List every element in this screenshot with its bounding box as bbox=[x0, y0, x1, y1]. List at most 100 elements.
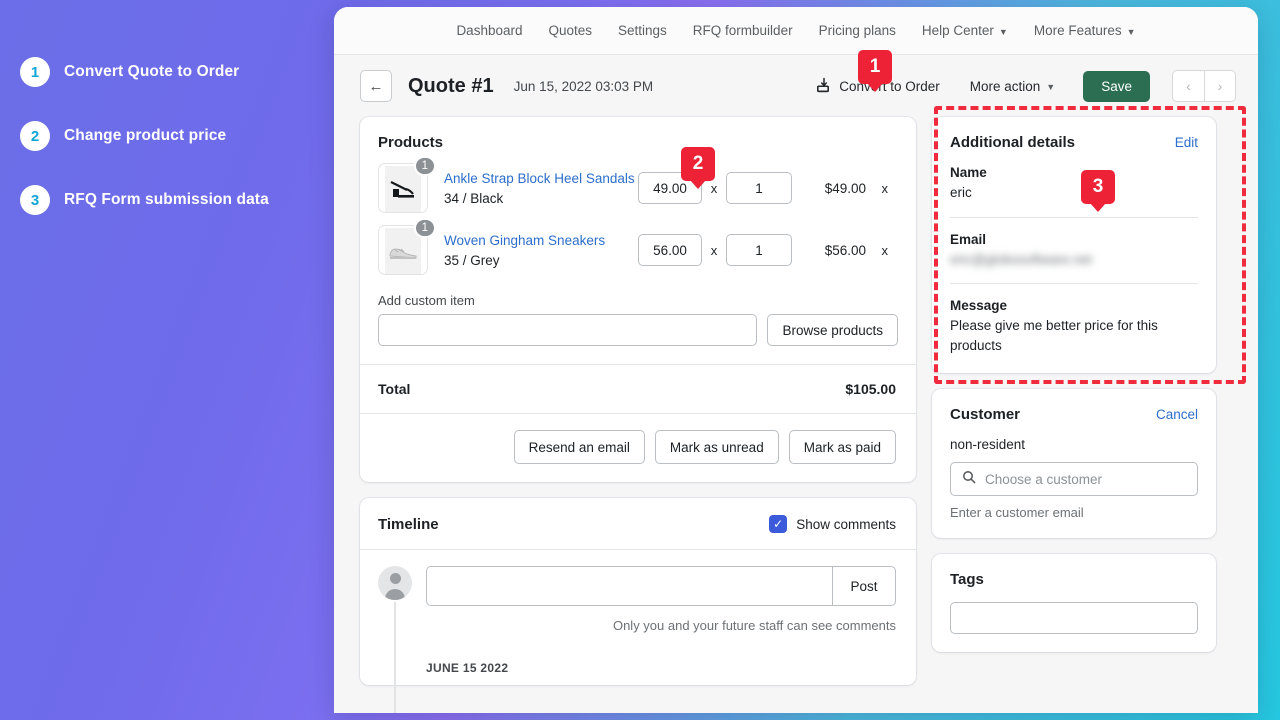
customer-body: Customer Cancel non-resident Choose a cu… bbox=[932, 389, 1216, 538]
add-custom-item-label: Add custom item bbox=[378, 293, 898, 308]
customer-search-field[interactable]: Choose a customer bbox=[950, 462, 1198, 496]
products-header: Products bbox=[360, 117, 916, 157]
mark-as-paid-button[interactable]: Mark as paid bbox=[789, 430, 896, 464]
nav-label: Pricing plans bbox=[819, 23, 896, 38]
content-columns: Products bbox=[334, 117, 1258, 685]
product-row: 1 Ankle Strap Block Heel Sandals 34 / Bl… bbox=[360, 157, 916, 219]
nav-item-rfq-formbuilder[interactable]: RFQ formbuilder bbox=[693, 23, 793, 38]
multiply-sign: x bbox=[702, 243, 726, 258]
timeline-content: Post Only you and your future staff can … bbox=[426, 566, 896, 675]
resend-email-button[interactable]: Resend an email bbox=[514, 430, 645, 464]
additional-details-title: Additional details bbox=[950, 134, 1075, 151]
show-comments-toggle[interactable]: ✓ Show comments bbox=[769, 515, 896, 533]
product-info: Woven Gingham Sneakers 35 / Grey bbox=[432, 232, 638, 267]
tags-title: Tags bbox=[950, 571, 1198, 588]
products-card: Products bbox=[360, 117, 916, 482]
additional-details-body: Additional details Edit Name eric Email … bbox=[932, 117, 1216, 373]
product-price-input[interactable]: 56.00 bbox=[638, 234, 702, 266]
browse-products-button[interactable]: Browse products bbox=[767, 314, 898, 346]
customer-header: Customer Cancel bbox=[950, 406, 1198, 423]
custom-item-input[interactable] bbox=[378, 314, 757, 346]
nav-item-help-center[interactable]: Help Center ▼ bbox=[922, 23, 1008, 38]
quote-header-bar: ← Quote #1 Jun 15, 2022 03:03 PM Convert… bbox=[334, 55, 1258, 117]
detail-field-email: Email eric@globosoftware.net bbox=[950, 218, 1198, 270]
remove-product-button[interactable]: x bbox=[866, 243, 888, 258]
product-name-link[interactable]: Woven Gingham Sneakers bbox=[444, 232, 638, 250]
page-title: Quote #1 bbox=[408, 75, 494, 98]
annotation-marker-2: 2 bbox=[681, 147, 715, 181]
mark-as-unread-button[interactable]: Mark as unread bbox=[655, 430, 779, 464]
total-label: Total bbox=[378, 381, 410, 397]
customer-email-hint: Enter a customer email bbox=[950, 505, 1198, 520]
chevron-down-icon: ▼ bbox=[1046, 82, 1055, 92]
more-action-button[interactable]: More action ▼ bbox=[970, 79, 1055, 94]
search-icon bbox=[962, 470, 976, 489]
nav-item-pricing-plans[interactable]: Pricing plans bbox=[819, 23, 896, 38]
annotation-marker-3: 3 bbox=[1081, 170, 1115, 204]
customer-title: Customer bbox=[950, 406, 1020, 423]
product-line-total: $56.00 bbox=[792, 243, 866, 258]
timeline-date-divider: JUNE 15 2022 bbox=[426, 661, 896, 675]
top-navigation: Dashboard Quotes Settings RFQ formbuilde… bbox=[334, 7, 1258, 55]
products-title: Products bbox=[378, 134, 896, 151]
product-info: Ankle Strap Block Heel Sandals 34 / Blac… bbox=[432, 170, 638, 205]
customer-search-input[interactable]: Choose a customer bbox=[985, 472, 1102, 487]
save-button[interactable]: Save bbox=[1083, 71, 1150, 102]
detail-value: eric bbox=[950, 183, 1198, 203]
more-action-label: More action bbox=[970, 79, 1041, 94]
step-number-badge: 3 bbox=[20, 185, 50, 215]
avatar bbox=[378, 566, 412, 600]
timeline-avatar-column bbox=[378, 566, 412, 675]
arrow-left-icon: ← bbox=[369, 78, 384, 95]
tags-input[interactable] bbox=[950, 602, 1198, 634]
add-custom-item-row: Browse products bbox=[378, 314, 898, 346]
product-row: 1 Woven Gingham Sneakers 35 / Grey 56.00… bbox=[360, 219, 916, 281]
nav-label: More Features bbox=[1034, 23, 1122, 38]
timeline-body: Post Only you and your future staff can … bbox=[360, 550, 916, 685]
total-value: $105.00 bbox=[845, 381, 896, 397]
edit-additional-details-link[interactable]: Edit bbox=[1175, 135, 1198, 150]
next-quote-button[interactable]: › bbox=[1204, 70, 1236, 102]
avatar-body-icon bbox=[385, 589, 405, 600]
detail-field-message: Message Please give me better price for … bbox=[950, 284, 1198, 355]
customer-name: non-resident bbox=[950, 437, 1198, 452]
timeline-connector-line bbox=[394, 602, 396, 713]
detail-field-name: Name eric bbox=[950, 151, 1198, 203]
nav-label: Help Center bbox=[922, 23, 994, 38]
nav-item-dashboard[interactable]: Dashboard bbox=[456, 23, 522, 38]
nav-item-quotes[interactable]: Quotes bbox=[548, 23, 592, 38]
step-number-badge: 2 bbox=[20, 121, 50, 151]
comment-input[interactable] bbox=[426, 566, 832, 606]
product-name-link[interactable]: Ankle Strap Block Heel Sandals bbox=[444, 170, 638, 188]
remove-product-button[interactable]: x bbox=[866, 181, 888, 196]
quote-actions-row: Resend an email Mark as unread Mark as p… bbox=[360, 414, 916, 482]
nav-item-settings[interactable]: Settings bbox=[618, 23, 667, 38]
product-variant: 35 / Grey bbox=[444, 253, 638, 268]
side-column: Additional details Edit Name eric Email … bbox=[932, 117, 1216, 685]
product-quantity-input[interactable]: 1 bbox=[726, 234, 792, 266]
product-thumbnail-wrap: 1 bbox=[378, 163, 432, 213]
previous-quote-button[interactable]: ‹ bbox=[1172, 70, 1204, 102]
sandal-icon bbox=[385, 166, 421, 212]
post-comment-button[interactable]: Post bbox=[832, 566, 896, 606]
comment-visibility-hint: Only you and your future staff can see c… bbox=[426, 618, 896, 633]
timeline-card: Timeline ✓ Show comments bbox=[360, 498, 916, 685]
timeline-title: Timeline bbox=[378, 516, 439, 533]
chevron-down-icon: ▼ bbox=[999, 27, 1008, 37]
comment-compose-row: Post bbox=[426, 566, 896, 606]
product-quantity-badge: 1 bbox=[414, 218, 436, 238]
sneaker-icon bbox=[385, 228, 421, 274]
show-comments-checkbox[interactable]: ✓ bbox=[769, 515, 787, 533]
detail-value: Please give me better price for this pro… bbox=[950, 316, 1198, 355]
product-variant: 34 / Black bbox=[444, 191, 638, 206]
cancel-customer-link[interactable]: Cancel bbox=[1156, 407, 1198, 422]
nav-label: Dashboard bbox=[456, 23, 522, 38]
additional-details-card: Additional details Edit Name eric Email … bbox=[932, 117, 1216, 373]
product-thumbnail-wrap: 1 bbox=[378, 225, 432, 275]
nav-item-more-features[interactable]: More Features ▼ bbox=[1034, 23, 1136, 38]
back-button[interactable]: ← bbox=[360, 70, 392, 102]
product-quantity-input[interactable]: 1 bbox=[726, 172, 792, 204]
pagination-controls: ‹ › bbox=[1172, 70, 1236, 102]
quote-date: Jun 15, 2022 03:03 PM bbox=[514, 79, 654, 94]
step-number-badge: 1 bbox=[20, 57, 50, 87]
